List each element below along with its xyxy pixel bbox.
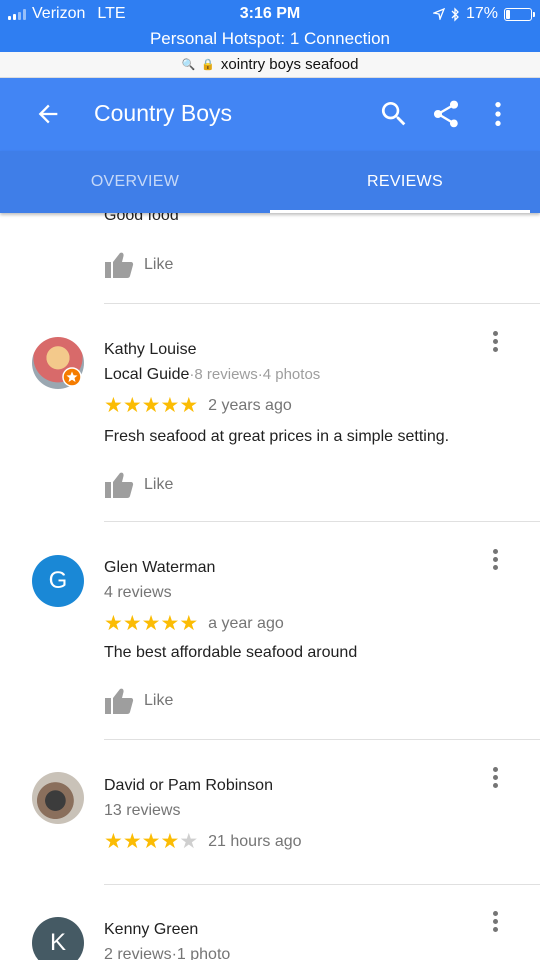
reviewer-name[interactable]: David or Pam Robinson xyxy=(104,777,273,795)
local-guide-badge-icon xyxy=(62,367,82,387)
location-arrow-icon xyxy=(432,8,445,20)
more-options-icon[interactable] xyxy=(490,911,500,933)
reviewer-name[interactable]: Glen Waterman xyxy=(104,559,215,577)
star-icon: ★ xyxy=(160,394,180,417)
more-options-icon[interactable] xyxy=(490,767,500,789)
more-options-icon[interactable] xyxy=(490,331,500,353)
app-bar: Country Boys xyxy=(0,78,540,151)
url-bar[interactable]: 🔍 🔒 xointry boys seafood xyxy=(0,52,540,78)
like-label: Like xyxy=(144,692,174,709)
battery-icon xyxy=(504,7,535,21)
star-icon: ★ xyxy=(122,394,142,417)
review-date: a year ago xyxy=(208,614,284,632)
like-button[interactable]: Like xyxy=(104,687,173,715)
divider xyxy=(104,303,540,304)
like-label: Like xyxy=(144,476,174,493)
status-right: 17% xyxy=(432,5,535,23)
star-icon: ★ xyxy=(160,830,180,853)
star-icon: ★ xyxy=(179,830,199,853)
tab-overview[interactable]: OVERVIEW xyxy=(0,151,270,213)
more-vertical-icon[interactable] xyxy=(482,98,514,130)
star-rating: ★ ★ ★ ★ ★ 21 hours ago xyxy=(104,831,302,852)
like-label: Like xyxy=(144,256,174,273)
reviewer-name[interactable]: Kenny Green xyxy=(104,921,198,939)
review-date: 21 hours ago xyxy=(208,832,302,850)
status-bar: Verizon LTE 3:16 PM 17% xyxy=(0,0,540,28)
back-arrow-icon[interactable] xyxy=(34,100,62,128)
review-count: 2 reviews·1 photo xyxy=(104,946,231,960)
review-text: Good food xyxy=(104,213,179,224)
battery-percent: 17% xyxy=(465,5,498,22)
star-icon: ★ xyxy=(179,612,199,635)
share-icon[interactable] xyxy=(430,98,462,130)
star-icon: ★ xyxy=(122,612,142,635)
star-icon: ★ xyxy=(122,830,142,853)
reviews-list[interactable]: Good food Like Kathy Louise Local Guide·… xyxy=(0,213,540,960)
like-button[interactable]: Like xyxy=(104,471,173,499)
star-rating: ★ ★ ★ ★ ★ a year ago xyxy=(104,613,284,634)
avatar[interactable]: G xyxy=(32,555,84,607)
tab-bar: OVERVIEW REVIEWS xyxy=(0,151,540,213)
star-icon: ★ xyxy=(104,830,123,853)
local-guide-label: Local Guide xyxy=(104,366,190,383)
avatar[interactable]: K xyxy=(32,917,84,960)
star-icon: ★ xyxy=(160,612,180,635)
review-text: Fresh seafood at great prices in a simpl… xyxy=(104,428,450,445)
reviewer-meta: Local Guide·8 reviews·4 photos xyxy=(104,366,320,384)
divider xyxy=(104,739,540,740)
avatar-initial: K xyxy=(49,929,66,956)
star-icon: ★ xyxy=(179,394,199,417)
star-icon: ★ xyxy=(141,830,161,853)
more-options-icon[interactable] xyxy=(490,549,500,571)
thumbs-up-icon xyxy=(105,472,134,498)
star-rating: ★ ★ ★ ★ ★ 2 years ago xyxy=(104,395,292,416)
review-count: 13 reviews xyxy=(104,802,181,819)
bluetooth-icon xyxy=(451,6,459,22)
avatar-initial: G xyxy=(48,567,68,594)
thumbs-up-icon xyxy=(105,688,134,714)
avatar[interactable] xyxy=(32,772,84,824)
star-icon: ★ xyxy=(141,394,161,417)
search-icon[interactable] xyxy=(378,98,410,130)
tab-reviews[interactable]: REVIEWS xyxy=(270,151,540,213)
review-text: The best affordable seafood around xyxy=(104,644,358,661)
review-count: 4 reviews xyxy=(104,584,172,601)
review-count: ·8 reviews·4 photos xyxy=(189,366,321,383)
like-button[interactable]: Like xyxy=(104,251,173,279)
star-icon: ★ xyxy=(104,612,123,635)
divider xyxy=(104,521,540,522)
review-date: 2 years ago xyxy=(208,396,292,414)
divider xyxy=(104,884,540,885)
url-text: xointry boys seafood xyxy=(220,56,359,73)
thumbs-up-icon xyxy=(105,252,134,278)
page-title: Country Boys xyxy=(94,100,233,126)
star-icon: ★ xyxy=(104,394,123,417)
hotspot-banner[interactable]: Personal Hotspot: 1 Connection xyxy=(0,28,540,52)
search-icon: 🔍 xyxy=(181,59,196,71)
reviewer-name[interactable]: Kathy Louise xyxy=(104,341,197,359)
lock-icon: 🔒 xyxy=(201,59,215,71)
star-icon: ★ xyxy=(141,612,161,635)
